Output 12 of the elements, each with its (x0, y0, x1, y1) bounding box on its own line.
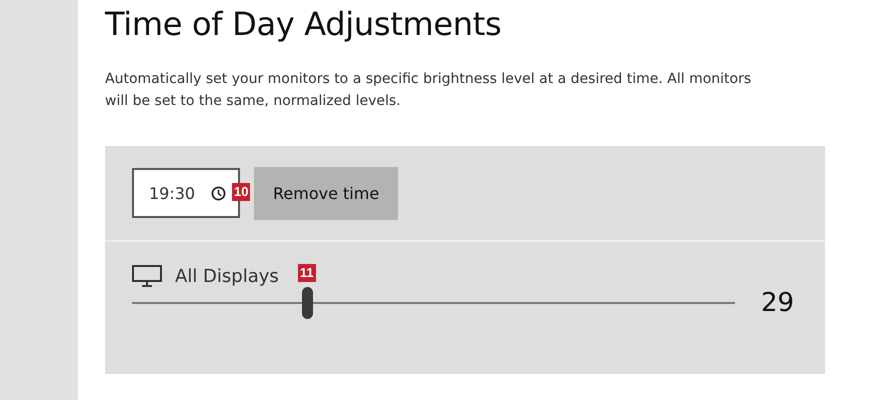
monitor-icon (132, 265, 162, 287)
remove-time-button[interactable]: Remove time (254, 166, 398, 220)
brightness-slider[interactable] (132, 287, 735, 319)
brightness-value: 29 (761, 288, 794, 318)
page-title: Time of Day Adjustments (105, 4, 502, 45)
time-value: 19:30 (149, 184, 196, 202)
slider-thumb[interactable] (302, 287, 313, 319)
callout-badge: 11 (298, 264, 316, 282)
clock-icon (211, 186, 226, 200)
callout-badge: 10 (232, 183, 250, 201)
description: Automatically set your monitors to a specific brightness level at a desired time. All monitors will be set to the same, normalized levels. (105, 70, 752, 111)
display-label: All Displays (175, 266, 279, 286)
